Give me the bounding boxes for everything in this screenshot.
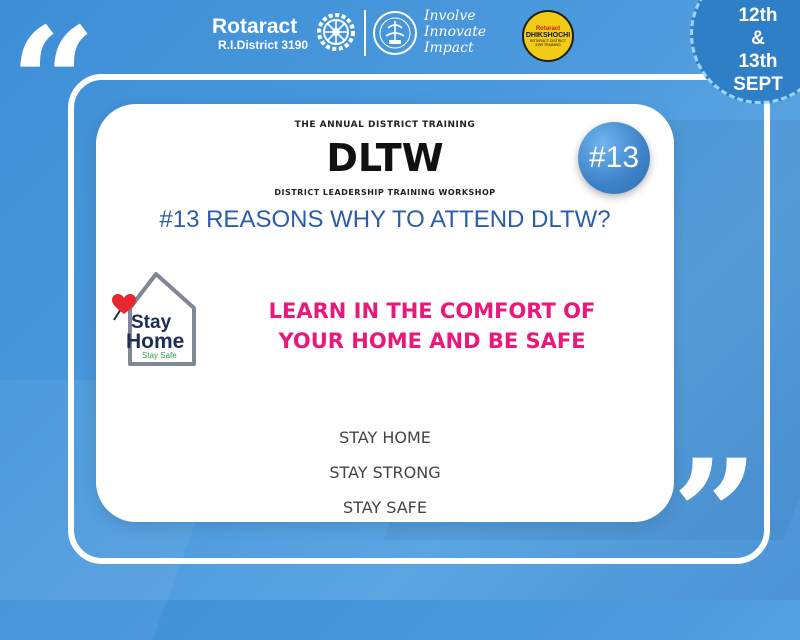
org-name: Rotaract — [212, 15, 298, 38]
quote-close-icon: ” — [672, 427, 759, 603]
dhikshochi-badge: Rotaract DHIKSHOCHI ROTARACT DISTRICT 31… — [522, 10, 574, 62]
tagline: STAY STRONG — [329, 463, 441, 482]
date-line: SEPT — [733, 74, 783, 95]
tagline: STAY SAFE — [343, 498, 427, 517]
motto-line: Involve — [424, 8, 476, 24]
date-line: & — [751, 28, 765, 49]
motto: Involve Innovate Impact — [424, 8, 486, 56]
main-message: LEARN IN THE COMFORT OF YOUR HOME AND BE… — [204, 296, 660, 356]
district-label: R.I.District 3190 — [218, 38, 309, 52]
reasons-heading: #13 REASONS WHY TO ATTEND DLTW? — [159, 206, 611, 233]
date-line: 12th — [738, 5, 778, 26]
number-badge: #13 — [578, 122, 650, 194]
rotary-wheel-icon — [317, 13, 355, 51]
date-line: 13th — [738, 51, 778, 72]
logo-divider — [364, 10, 366, 56]
annual-heading: THE ANNUAL DISTRICT TRAINING — [294, 120, 476, 130]
stay-home-logo-line3: Stay Safe — [142, 351, 177, 360]
badge-main-text: DHIKSHOCHI — [525, 31, 571, 39]
event-date: 12th & 13th SEPT — [718, 4, 798, 96]
workshop-subtitle: DISTRICT LEADERSHIP TRAINING WORKSHOP — [274, 188, 496, 197]
motto-line: Innovate — [424, 24, 487, 40]
tagline: STAY HOME — [339, 428, 431, 447]
badge-sub-text: ROTARACT DISTRICT 3190 TRAINING — [529, 38, 567, 47]
quote-open-icon: “ — [10, 0, 97, 171]
message-line: YOUR HOME AND BE SAFE — [278, 329, 586, 353]
message-line: LEARN IN THE COMFORT OF — [268, 299, 596, 323]
motto-line: Impact — [424, 40, 474, 56]
rotaract-logo: Rotaract R.I.District 3190 — [212, 15, 309, 53]
seal-icon — [373, 11, 417, 55]
